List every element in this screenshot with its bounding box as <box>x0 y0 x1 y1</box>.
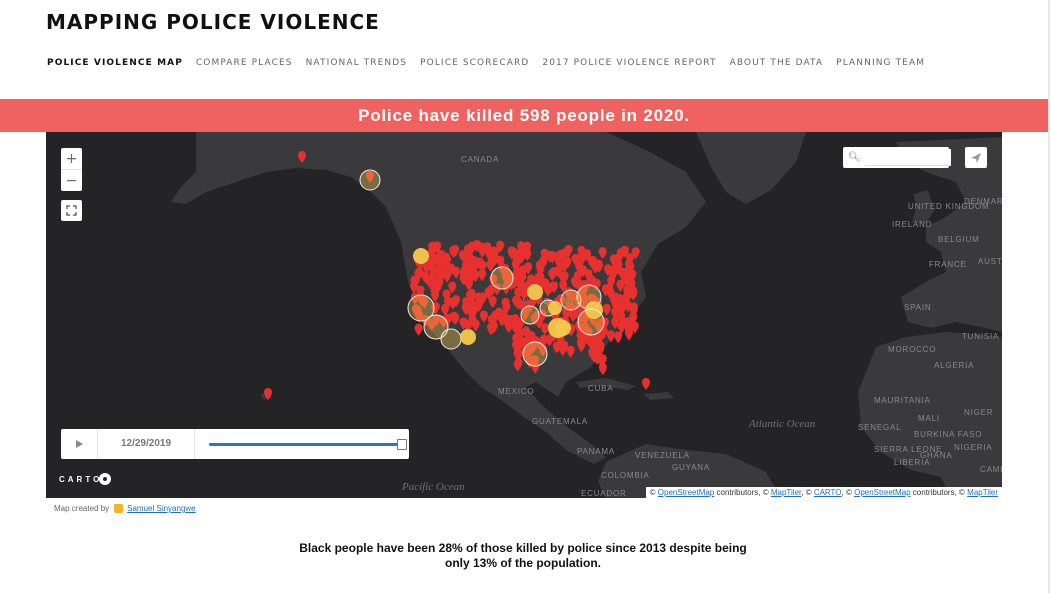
fullscreen-icon <box>66 205 77 216</box>
timeline-control: 12/29/2019 <box>61 429 409 459</box>
label-tunisia: TUNISIA <box>962 332 999 341</box>
label-burkina-faso: BURKINA FASO <box>914 430 982 439</box>
attribution-link[interactable]: OpenStreetMap <box>658 488 714 497</box>
incident-cluster[interactable] <box>460 329 476 345</box>
label-guyana: GUYANA <box>672 463 710 472</box>
label-nigeria: NIGERIA <box>954 443 993 452</box>
label-belgium: BELGIUM <box>938 235 980 244</box>
incident-cluster[interactable] <box>359 169 381 191</box>
incident-marker[interactable] <box>598 363 607 376</box>
label-ghana: GHANA <box>920 451 952 460</box>
carto-logo-text: CARTO <box>59 474 103 484</box>
label-france: FRANCE <box>929 260 967 269</box>
label-ireland: IRELAND <box>892 220 932 229</box>
play-icon <box>75 440 83 448</box>
incident-cluster[interactable] <box>577 308 605 336</box>
attribution-text: contributors, © <box>714 488 771 497</box>
attribution-link[interactable]: MapTiler <box>967 488 998 497</box>
attribution-text: , © <box>841 488 855 497</box>
caribbean-islands <box>644 392 674 400</box>
play-button[interactable] <box>61 429 98 459</box>
search-icon: 🔍︎ <box>848 152 861 163</box>
label-ecuador: ECUADOR <box>581 489 627 498</box>
attribution-text: © <box>649 488 658 497</box>
label-austria: AUSTI <box>978 257 1002 266</box>
police-violence-map[interactable]: CANADA UNITED STATES MEXICO CUBA GUATEMA… <box>46 132 1002 498</box>
label-morocco: MOROCCO <box>888 345 936 354</box>
author-avatar <box>114 504 124 513</box>
incident-marker[interactable] <box>414 323 423 336</box>
zoom-in-button[interactable]: + <box>61 148 82 169</box>
label-cuba: CUBA <box>588 384 613 393</box>
label-mexico: MEXICO <box>498 387 534 396</box>
label-venezuela: VENEZUELA <box>635 451 690 460</box>
incident-cluster[interactable] <box>490 266 514 290</box>
label-mauritania: MAURITANIA <box>874 396 931 405</box>
timeline-slider[interactable] <box>195 429 409 459</box>
incident-cluster[interactable] <box>520 305 540 325</box>
zoom-out-button[interactable]: − <box>61 170 82 191</box>
main-nav: POLICE VIOLENCE MAP COMPARE PLACES NATIO… <box>47 58 938 68</box>
nav-item-about-the-data[interactable]: ABOUT THE DATA <box>730 58 824 68</box>
incident-cluster[interactable] <box>522 341 548 367</box>
incident-cluster[interactable] <box>527 284 543 300</box>
label-mali: MALI <box>918 414 940 423</box>
label-denmark: DENMAR <box>964 197 1002 206</box>
map-credit: Map created by Samuel Sinyangwe <box>54 504 196 513</box>
incident-cluster[interactable] <box>413 248 429 264</box>
incident-marker[interactable] <box>642 378 650 390</box>
attribution-link[interactable]: CARTO <box>814 488 842 497</box>
timeline-date: 12/29/2019 <box>98 429 195 459</box>
label-colombia: COLOMBIA <box>601 471 650 480</box>
zoom-controls: + − <box>61 148 82 191</box>
attribution-text: contributors, © <box>910 488 968 497</box>
timeline-handle[interactable] <box>397 439 407 450</box>
label-spain: SPAIN <box>904 303 931 312</box>
author-link[interactable]: Samuel Sinyangwe <box>127 504 195 513</box>
carto-logo-dot <box>99 473 112 485</box>
label-algeria: ALGERIA <box>934 361 974 370</box>
label-atlantic-ocean: Atlantic Ocean <box>748 418 816 430</box>
label-pacific-ocean: Pacific Ocean <box>401 481 465 493</box>
label-panama: PANAMA <box>577 447 615 456</box>
nav-item-police-scorecard[interactable]: POLICE SCORECARD <box>420 58 529 68</box>
incident-cluster[interactable] <box>440 328 462 350</box>
nav-item-police-violence-map[interactable]: POLICE VIOLENCE MAP <box>47 58 183 68</box>
nav-item-national-trends[interactable]: NATIONAL TRENDS <box>306 58 408 68</box>
timeline-rail <box>209 443 401 446</box>
kill-count-banner: Police have killed 598 people in 2020. <box>0 99 1048 132</box>
label-canada: CANADA <box>461 155 499 164</box>
label-senegal: SENEGAL <box>858 423 901 432</box>
statistic-text: Black people have been 28% of those kill… <box>299 541 747 570</box>
map-attribution: © OpenStreetMap contributors, © MapTiler… <box>645 487 1002 498</box>
nav-item-compare-places[interactable]: COMPARE PLACES <box>196 58 293 68</box>
greenland-landmass <box>696 132 806 204</box>
credit-prefix: Map created by <box>54 504 110 513</box>
attribution-link[interactable]: MapTiler <box>771 488 801 497</box>
locate-arrow-icon <box>971 152 981 163</box>
label-guatemala: GUATEMALA <box>532 417 588 426</box>
attribution-text: , © <box>801 488 814 497</box>
site-title: MAPPING POLICE VIOLENCE <box>46 10 380 34</box>
label-niger: NIGER <box>964 408 993 417</box>
incident-cluster[interactable] <box>548 301 562 315</box>
carto-logo[interactable]: CARTO <box>59 473 112 485</box>
map-search: 🔍︎ <box>843 147 951 168</box>
incident-marker[interactable] <box>614 331 623 344</box>
label-cameroon: CAMER <box>980 465 1002 474</box>
incident-cluster[interactable] <box>555 320 571 336</box>
attribution-link[interactable]: OpenStreetMap <box>854 488 910 497</box>
nav-item-planning-team[interactable]: PLANNING TEAM <box>836 58 925 68</box>
locate-button[interactable] <box>965 147 987 168</box>
nav-item-2017-report[interactable]: 2017 POLICE VIOLENCE REPORT <box>542 58 716 68</box>
map-search-input[interactable] <box>864 149 951 166</box>
fullscreen-button[interactable] <box>61 200 82 221</box>
